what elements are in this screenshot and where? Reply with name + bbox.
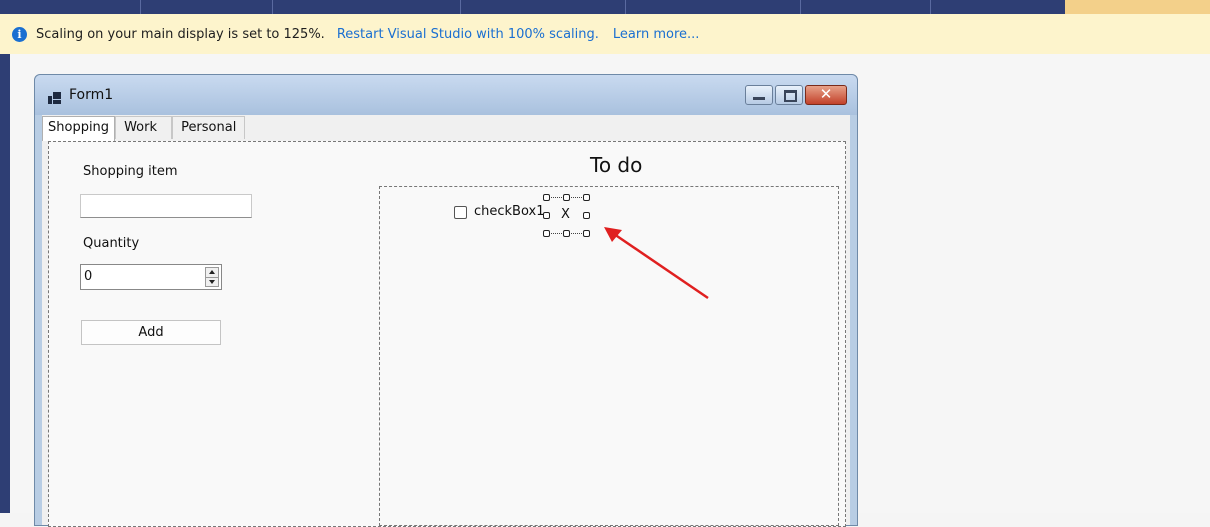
resize-handle[interactable] [563, 194, 570, 201]
shopping-item-input[interactable] [80, 194, 252, 218]
quantity-stepper[interactable]: 0 [80, 264, 222, 290]
quantity-label: Quantity [83, 236, 140, 251]
vs-top-strip [0, 0, 1210, 14]
tab-divider [460, 0, 461, 14]
shopping-item-label: Shopping item [83, 164, 178, 179]
tab-shopping[interactable]: Shopping [42, 116, 116, 141]
annotation-arrow-icon [604, 227, 709, 300]
scaling-infobar: i Scaling on your main display is set to… [0, 14, 1210, 55]
learn-more-link[interactable]: Learn more... [613, 27, 700, 42]
todo-checkbox-label[interactable]: checkBox1 [474, 204, 545, 219]
window-buttons: ✕ [743, 85, 847, 105]
quantity-value: 0 [84, 269, 93, 284]
tab-divider [140, 0, 141, 14]
form-title: Form1 [69, 87, 114, 103]
add-button[interactable]: Add [81, 320, 221, 345]
spin-down-icon[interactable] [209, 280, 215, 284]
tab-divider [272, 0, 273, 14]
arrow-shaft [613, 232, 709, 300]
tab-divider [625, 0, 626, 14]
active-tab-highlight[interactable] [1065, 0, 1210, 14]
tab-divider [930, 0, 931, 14]
left-edge-stripe [0, 54, 10, 513]
tab-divider [800, 0, 801, 14]
spin-buttons[interactable] [205, 267, 219, 287]
restart-link[interactable]: Restart Visual Studio with 100% scaling. [337, 27, 599, 42]
resize-handle[interactable] [543, 194, 550, 201]
resize-handle[interactable] [543, 230, 550, 237]
spin-up-icon[interactable] [209, 270, 215, 274]
close-button[interactable]: ✕ [805, 85, 847, 105]
resize-handle[interactable] [583, 230, 590, 237]
minimize-button[interactable] [745, 85, 773, 105]
resize-handle[interactable] [583, 194, 590, 201]
maximize-button[interactable] [775, 85, 803, 105]
todo-checkbox[interactable] [454, 206, 467, 219]
form-client-area: Shopping Work Personal Shopping item Qua… [42, 115, 850, 527]
form-app-icon [48, 92, 62, 104]
shopping-tab-page[interactable]: Shopping item Quantity 0 Add To do check… [48, 141, 846, 527]
tab-personal[interactable]: Personal [172, 116, 246, 139]
form-window[interactable]: Form1 ✕ Shopping Work Personal Shopping … [34, 74, 858, 527]
resize-handle[interactable] [583, 212, 590, 219]
selected-control-text[interactable]: X [561, 207, 570, 222]
resize-handle[interactable] [563, 230, 570, 237]
todo-title: To do [590, 153, 643, 177]
resize-handle[interactable] [543, 212, 550, 219]
arrow-head [604, 227, 622, 242]
form-titlebar[interactable]: Form1 ✕ [35, 75, 857, 115]
infobar-message: Scaling on your main display is set to 1… [36, 26, 325, 42]
tab-strip: Shopping Work Personal [42, 116, 246, 141]
tab-work[interactable]: Work [115, 116, 173, 139]
info-icon: i [12, 26, 27, 42]
